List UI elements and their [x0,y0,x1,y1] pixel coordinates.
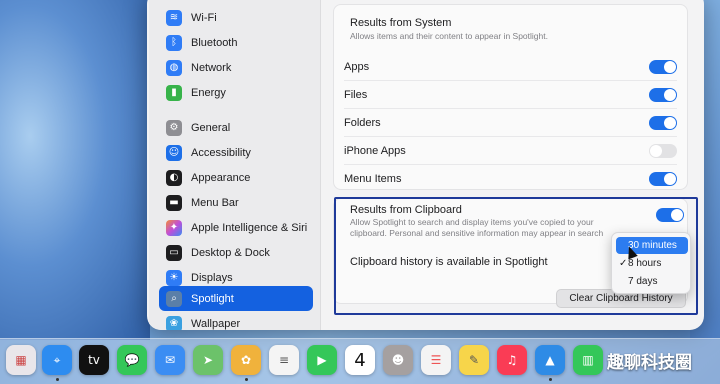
row-label: iPhone Apps [344,144,406,157]
menubar-icon: ▬ [166,194,182,211]
watermark-logo: 趣聊科技圈 [607,353,692,373]
appletv-icon[interactable]: tv [79,345,109,375]
sidebar-item-desktop-dock[interactable]: ▭ Desktop & Dock [159,240,313,265]
messages-icon[interactable]: 💬 [117,345,147,375]
system-results-description: Allows items and their content to appear… [350,31,548,41]
running-indicator [56,378,59,381]
keynote-icon[interactable]: ▲ [535,345,565,375]
running-indicator [549,378,552,381]
sidebar-item-label: Apple Intelligence & Siri [191,221,308,234]
row-folders: Folders [344,109,677,137]
sidebar-item-label: Bluetooth [191,36,238,49]
sidebar-item-label: Wi-Fi [191,11,217,24]
launchpad-icon[interactable]: ▦ [6,345,36,375]
sidebar-item-wifi[interactable]: ≋ Wi-Fi [159,5,313,30]
music-icon[interactable]: ♫ [497,345,527,375]
sidebar-item-label: Wallpaper [191,317,241,330]
system-results-title: Results from System [350,17,452,29]
sidebar-item-bluetooth[interactable]: ᛒ Bluetooth [159,30,313,55]
sidebar-item-accessibility[interactable]: ☺ Accessibility [159,140,313,165]
sidebar-item-apple-intelligence[interactable]: ✦ Apple Intelligence & Siri [159,215,313,240]
sidebar-item-label: Energy [191,86,226,99]
maps-icon[interactable]: ➤ [193,345,223,375]
iphone-apps-toggle[interactable] [649,143,677,158]
bluetooth-icon: ᛒ [166,34,182,51]
sidebar-item-label: Spotlight [191,292,234,305]
row-apps: Apps [344,53,677,81]
row-label: Menu Items [344,173,402,185]
photos-icon[interactable]: ✿ [231,345,261,375]
appearance-icon: ◐ [166,169,182,186]
sidebar-item-wallpaper[interactable]: ❀ Wallpaper [159,311,313,330]
row-label: Folders [344,116,381,129]
sidebar-item-label: Accessibility [191,146,251,159]
wifi-icon: ≋ [166,9,182,26]
sidebar-item-label: Menu Bar [191,196,239,209]
facetime-icon[interactable]: ▶ [307,345,337,375]
sun-icon: ☀ [166,269,182,286]
freeform-icon[interactable]: ≡ [269,345,299,375]
row-label: Files [344,88,368,101]
gear-icon: ⚙ [166,119,182,136]
sidebar-item-label: Appearance [191,171,251,184]
sidebar-item-label: Network [191,61,232,74]
calendar-icon[interactable]: 4 [345,345,375,375]
running-indicator [245,378,248,381]
menu-items-toggle[interactable] [649,172,677,186]
desktop-wallpaper-left [0,0,150,340]
settings-sidebar: ≋ Wi-Fi ᛒ Bluetooth ◍ Network ▮ Energy ⚙… [149,0,321,330]
battery-icon: ▮ [166,84,182,101]
numbers-icon[interactable]: ▥ [573,345,603,375]
sidebar-item-label: General [191,121,231,134]
sidebar-item-network[interactable]: ◍ Network [159,55,313,80]
sidebar-item-label: Desktop & Dock [191,246,270,259]
row-menu-items: Menu Items [344,165,677,193]
files-toggle[interactable] [649,87,677,102]
folders-toggle[interactable] [649,115,677,130]
wallpaper-icon: ❀ [166,315,182,330]
apps-toggle[interactable] [649,59,677,74]
mail-icon[interactable]: ✉ [155,345,185,375]
sidebar-item-appearance[interactable]: ◐ Appearance [159,165,313,190]
row-iphone-apps: iPhone Apps [344,137,677,165]
row-label: Apps [344,60,370,73]
checkmark-icon: ✓ [619,258,628,269]
row-files: Files [344,81,677,109]
sidebar-item-energy[interactable]: ▮ Energy [159,80,313,105]
menu-item-label: 8 hours [628,258,662,269]
safari-icon[interactable]: ⌖ [42,345,72,375]
sidebar-item-menu-bar[interactable]: ▬ Menu Bar [159,190,313,215]
system-results-group: Results from System Allows items and the… [333,4,688,190]
notes-icon[interactable]: ✎ [459,345,489,375]
contacts-icon[interactable]: ☻ [383,345,413,375]
sidebar-item-general[interactable]: ⚙ General [159,115,313,140]
clipboard-history-duration-menu: 30 minutes ✓ 8 hours 7 days [611,232,691,294]
reminders-icon[interactable]: ☰ [421,345,451,375]
magnifier-icon: ⌕ [166,290,182,307]
siri-icon: ✦ [166,219,182,236]
accessibility-icon: ☺ [166,144,182,161]
sidebar-item-label: Displays [191,271,233,284]
sidebar-item-spotlight[interactable]: ⌕ Spotlight [159,286,313,311]
globe-icon: ◍ [166,59,182,76]
dock-icon: ▭ [166,244,182,261]
menu-item-7-days[interactable]: 7 days [616,273,688,290]
